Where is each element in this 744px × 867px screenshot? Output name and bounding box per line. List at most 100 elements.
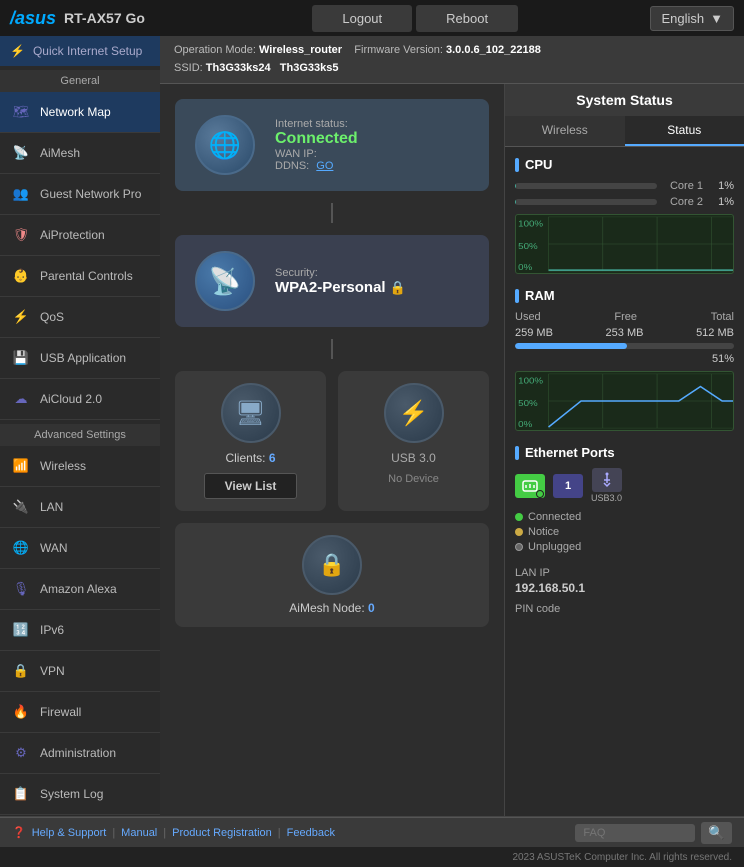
feedback-link[interactable]: Feedback (287, 827, 335, 839)
sidebar-item-aiprotection[interactable]: 🛡 AiProtection (0, 215, 160, 256)
sidebar-item-guest-network[interactable]: 👥 Guest Network Pro (0, 174, 160, 215)
internet-status-value: Connected (275, 130, 358, 148)
sidebar-label-aiprotection: AiProtection (40, 228, 105, 242)
eth-port-1-group (515, 474, 545, 498)
sidebar-item-system-log[interactable]: 📋 System Log (0, 774, 160, 815)
ddns-link[interactable]: GO (316, 160, 333, 172)
faq-input[interactable] (575, 824, 695, 842)
aiprotection-icon: 🛡 (10, 224, 32, 246)
ram-used-label: Used (515, 311, 541, 323)
svg-text:0%: 0% (518, 263, 532, 272)
sep1: | (112, 827, 115, 839)
svg-text:100%: 100% (518, 219, 543, 228)
cpu-core2-fill (515, 199, 516, 205)
security-label: Security: (275, 267, 406, 279)
sidebar-item-network-tools[interactable]: 🔧 Network Tools (0, 815, 160, 816)
ram-bar-fill (515, 343, 627, 349)
firewall-icon: 🔥 (10, 701, 32, 723)
sidebar-label-guest-network: Guest Network Pro (40, 187, 141, 201)
clients-icon: 🖥 (221, 383, 281, 443)
manual-link[interactable]: Manual (121, 827, 157, 839)
wan-ip-row: WAN IP: (275, 148, 358, 160)
ssid-label: SSID: (174, 62, 203, 74)
cpu-core2-label: Core 2 (663, 196, 703, 208)
sidebar-general-section: General (0, 70, 160, 92)
language-selector[interactable]: English ▼ (650, 6, 734, 31)
sidebar-item-vpn[interactable]: 🔒 VPN (0, 651, 160, 692)
firmware-label: Firmware Version: (354, 44, 443, 56)
system-log-icon: 📋 (10, 783, 32, 805)
eth-section: Ethernet Ports 1 (515, 445, 734, 553)
connected-dot (515, 513, 523, 521)
sidebar-item-aimesh[interactable]: 📡 AiMesh (0, 133, 160, 174)
ram-bar-track (515, 343, 734, 349)
ram-total-value: 512 MB (696, 327, 734, 339)
sidebar-label-ipv6: IPv6 (40, 623, 64, 637)
eth-title-bar (515, 446, 519, 460)
usb-application-icon: 💾 (10, 347, 32, 369)
quick-setup-icon: ⚡ (10, 44, 25, 58)
content-body: 🌐 Internet status: Connected WAN IP: DDN… (160, 84, 744, 816)
sidebar-item-network-map[interactable]: 🗺 Network Map (0, 92, 160, 133)
parental-controls-icon: 👶 (10, 265, 32, 287)
internet-status-label: Internet status: (275, 118, 358, 130)
cpu-core1-pct: 1% (709, 180, 734, 192)
sidebar-item-parental-controls[interactable]: 👶 Parental Controls (0, 256, 160, 297)
system-status-header: System Status (505, 84, 744, 116)
cpu-title-bar (515, 158, 519, 172)
eth-legend-notice: Notice (515, 526, 734, 538)
tab-status[interactable]: Status (625, 116, 744, 146)
main-layout: ⚡ Quick Internet Setup General 🗺 Network… (0, 36, 744, 816)
operation-mode-value: Wireless_router (259, 44, 342, 56)
ddns-row: DDNS: GO (275, 160, 358, 172)
reboot-button[interactable]: Reboot (416, 5, 518, 32)
wireless-icon: 📶 (10, 455, 32, 477)
sidebar-item-firewall[interactable]: 🔥 Firewall (0, 692, 160, 733)
amazon-alexa-icon: 🎙 (10, 578, 32, 600)
eth-legend-connected: Connected (515, 511, 734, 523)
ram-title: RAM (515, 288, 734, 303)
sidebar-item-qos[interactable]: ⚡ QoS (0, 297, 160, 338)
vpn-icon: 🔒 (10, 660, 32, 682)
usb-icon: ⚡ (384, 383, 444, 443)
sidebar-label-aicloud: AiCloud 2.0 (40, 392, 102, 406)
sep3: | (278, 827, 281, 839)
pin-section: PIN code (515, 603, 734, 615)
eth-port-2-group: 1 (553, 474, 583, 498)
eth-port-usb-label: USB3.0 (591, 493, 622, 503)
unplugged-dot (515, 543, 523, 551)
sidebar-item-aicloud[interactable]: ☁ AiCloud 2.0 (0, 379, 160, 420)
logout-button[interactable]: Logout (312, 5, 412, 32)
sidebar-item-wireless[interactable]: 📶 Wireless (0, 446, 160, 487)
cpu-core2-row: Core 2 1% (515, 196, 734, 208)
sidebar-item-administration[interactable]: ⚙ Administration (0, 733, 160, 774)
svg-text:100%: 100% (518, 376, 543, 385)
sep2: | (163, 827, 166, 839)
cpu-core2-track (515, 199, 657, 205)
help-icon: ❓ (12, 826, 26, 839)
sidebar-label-administration: Administration (40, 746, 116, 760)
tab-wireless[interactable]: Wireless (505, 116, 625, 146)
faq-search-button[interactable]: 🔍 (701, 822, 732, 844)
sidebar-item-ipv6[interactable]: 🔢 IPv6 (0, 610, 160, 651)
quick-setup-label: Quick Internet Setup (33, 44, 142, 58)
aimesh-count: 0 (368, 601, 375, 615)
sidebar-label-wireless: Wireless (40, 459, 86, 473)
view-list-button[interactable]: View List (204, 473, 298, 499)
ram-title-bar (515, 289, 519, 303)
sidebar-item-quick-setup[interactable]: ⚡ Quick Internet Setup (0, 36, 160, 66)
product-registration-link[interactable]: Product Registration (172, 827, 272, 839)
sidebar-item-usb-application[interactable]: 💾 USB Application (0, 338, 160, 379)
help-support-link[interactable]: Help & Support (32, 827, 107, 839)
router-icon: 📡 (195, 251, 255, 311)
info-bar: Operation Mode: Wireless_router Firmware… (160, 36, 744, 84)
firmware-value: 3.0.0.6_102_22188 (446, 44, 541, 56)
ssid2-value: Th3G33ks5 (280, 62, 339, 74)
sidebar-item-amazon-alexa[interactable]: 🎙 Amazon Alexa (0, 569, 160, 610)
clients-count: 6 (269, 451, 276, 465)
sidebar-item-wan[interactable]: 🌐 WAN (0, 528, 160, 569)
connector-line-1 (331, 203, 333, 223)
no-device-label: No Device (388, 473, 439, 485)
sidebar-item-lan[interactable]: 🔌 LAN (0, 487, 160, 528)
sidebar: ⚡ Quick Internet Setup General 🗺 Network… (0, 36, 160, 816)
